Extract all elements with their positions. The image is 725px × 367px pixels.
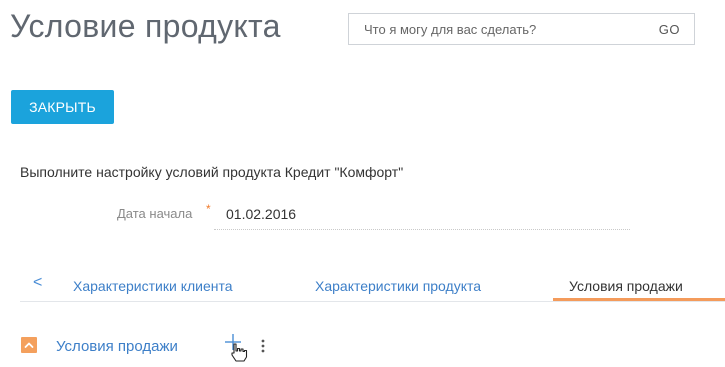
close-button[interactable]: ЗАКРЫТЬ [11, 90, 114, 124]
collapse-toggle[interactable] [21, 337, 37, 353]
hand-pointer-icon [231, 343, 248, 362]
detail-title[interactable]: Условия продажи [56, 338, 178, 355]
plus-icon [225, 334, 248, 362]
search-go-button[interactable]: GO [659, 22, 694, 37]
tabs-prev-button[interactable]: < [33, 274, 42, 292]
tab-sale-conditions[interactable]: Условия продажи [569, 278, 683, 294]
chevron-up-icon [24, 342, 34, 348]
tab-product-characteristics[interactable]: Характеристики продукта [315, 278, 481, 294]
active-tab-indicator [553, 298, 725, 301]
tab-client-characteristics[interactable]: Характеристики клиента [73, 278, 233, 294]
search-box: GO [348, 13, 695, 45]
start-date-field[interactable]: 01.02.2016 [214, 200, 630, 230]
required-mark: * [206, 202, 211, 216]
search-input[interactable] [349, 15, 614, 43]
more-vertical-icon [261, 339, 265, 353]
add-button[interactable] [224, 332, 252, 362]
start-date-value: 01.02.2016 [226, 206, 297, 222]
more-options-button[interactable] [258, 336, 268, 358]
page-title: Условие продукта [10, 8, 281, 44]
start-date-label: Дата начала [117, 206, 193, 221]
instruction-text: Выполните настройку условий продукта Кре… [20, 164, 404, 180]
